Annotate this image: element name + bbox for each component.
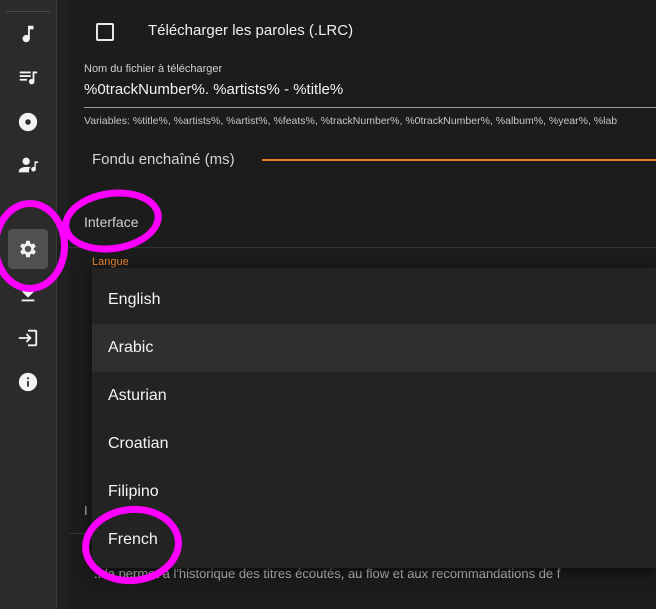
nav-about[interactable]	[8, 362, 48, 402]
language-select-label: Langue	[92, 256, 129, 268]
language-option-highlighted[interactable]: Arabic	[92, 324, 656, 372]
music-note-icon	[22, 25, 34, 43]
nav-playlists[interactable]	[8, 57, 48, 97]
nav-tracks[interactable]	[8, 14, 48, 54]
login-icon	[18, 329, 38, 347]
nav-login[interactable]	[8, 318, 48, 358]
history-description: ...la permet à l'historique des titres é…	[94, 566, 561, 581]
artist-icon	[18, 157, 39, 173]
nav-artists[interactable]	[8, 145, 48, 185]
filename-field-label: Nom du fichier à télécharger	[84, 63, 223, 75]
language-dropdown: English Arabic Asturian Croatian Filipin…	[92, 268, 656, 568]
language-option[interactable]: Asturian	[92, 372, 656, 420]
nav-albums[interactable]	[8, 102, 48, 142]
lrc-checkbox-label: Télécharger les paroles (.LRC)	[148, 22, 354, 39]
nav-downloads[interactable]	[8, 274, 48, 314]
nav-settings[interactable]	[8, 229, 48, 269]
obscured-row-label: I	[84, 503, 88, 518]
language-option[interactable]: Filipino	[92, 468, 656, 516]
interface-section-title: Interface	[84, 214, 139, 230]
gear-icon	[20, 240, 36, 258]
filename-field-underline	[84, 107, 656, 108]
section-divider	[69, 247, 656, 248]
language-option-french[interactable]: French	[92, 516, 656, 564]
sidebar-divider	[6, 11, 50, 12]
filename-hint: Variables: %title%, %artists%, %artist%,…	[84, 115, 618, 127]
sidebar	[0, 0, 57, 609]
info-icon	[18, 372, 38, 392]
lrc-checkbox[interactable]	[96, 23, 114, 41]
download-icon	[21, 285, 35, 302]
filename-field[interactable]: %0trackNumber%. %artists% - %title%	[84, 81, 343, 98]
playlist-icon	[19, 71, 38, 85]
language-option[interactable]: Croatian	[92, 420, 656, 468]
disc-icon	[18, 112, 38, 132]
language-option[interactable]: English	[92, 276, 656, 324]
crossfade-slider[interactable]	[262, 159, 656, 161]
crossfade-label: Fondu enchaîné (ms)	[92, 151, 235, 168]
